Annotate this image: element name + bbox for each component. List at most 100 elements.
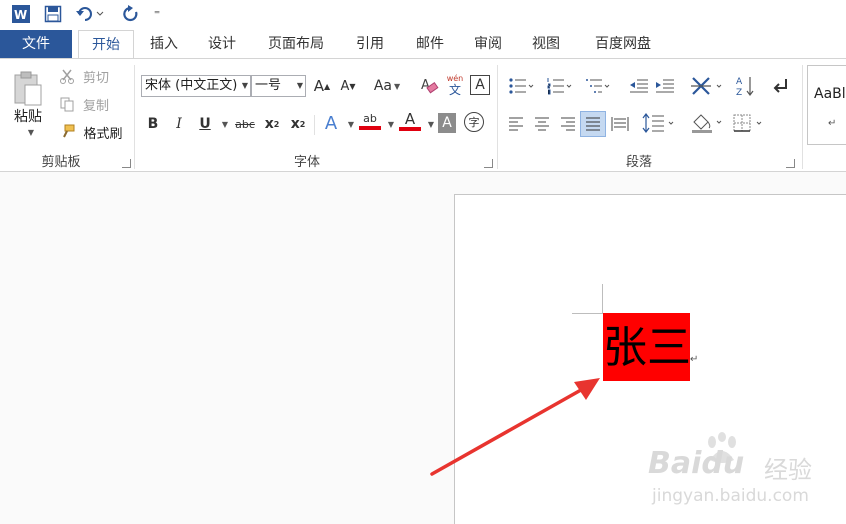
increase-indent-icon[interactable]: [654, 75, 676, 97]
tab-baidu-netdisk[interactable]: 百度网盘: [582, 30, 664, 58]
format-painter-icon[interactable]: [58, 123, 76, 141]
font-color-dropdown-arrow[interactable]: ▼: [426, 119, 436, 129]
cut-button[interactable]: 剪切: [80, 67, 112, 86]
subscript-mark: 2: [273, 119, 280, 129]
tab-review[interactable]: 审阅: [464, 30, 512, 58]
document-text[interactable]: 张三: [603, 320, 691, 376]
shading-button[interactable]: [688, 111, 726, 135]
line-spacing-button[interactable]: [640, 111, 678, 135]
copy-icon[interactable]: [58, 95, 76, 113]
style-sample-mark: ↵: [828, 118, 837, 129]
caret-up-icon: ▲: [324, 81, 331, 91]
highlight-label: ab: [363, 112, 377, 125]
font-name-combo[interactable]: 宋体 (中文正文) ▼: [141, 75, 251, 97]
tab-page-layout[interactable]: 页面布局: [256, 30, 336, 58]
show-formatting-marks-icon[interactable]: [770, 75, 792, 97]
font-name-value: 宋体 (中文正文): [145, 78, 238, 93]
text-effects-button[interactable]: A: [320, 111, 342, 135]
clipboard-group-label: 剪贴板: [41, 155, 81, 170]
paste-dropdown-arrow[interactable]: ▼: [26, 127, 36, 137]
copy-button[interactable]: 复制: [80, 95, 112, 114]
watermark-url: jingyan.baidu.com: [652, 486, 809, 506]
format-painter-button[interactable]: 格式刷: [80, 123, 126, 142]
superscript-mark: 2: [299, 119, 306, 129]
tab-insert[interactable]: 插入: [140, 30, 188, 58]
clipboard-dialog-launcher[interactable]: [122, 159, 131, 168]
paragraph-group-label: 段落: [625, 155, 652, 170]
redo-icon[interactable]: [120, 4, 142, 24]
tab-file[interactable]: 文件: [0, 30, 72, 58]
character-border-button[interactable]: A: [470, 75, 490, 95]
font-size-value: 一号: [255, 78, 282, 93]
watermark-logo-text: Baidu: [648, 446, 745, 481]
chevron-down-icon: ▼: [241, 81, 248, 90]
font-size-combo[interactable]: 一号 ▼: [251, 75, 306, 97]
font-color-button[interactable]: A: [398, 109, 422, 133]
align-left-icon[interactable]: [506, 113, 526, 135]
red-arrow-annotation: [430, 378, 600, 476]
distributed-icon[interactable]: [610, 113, 630, 135]
bullets-button[interactable]: [504, 75, 538, 97]
group-separator: [314, 115, 315, 135]
crop-mark-vertical: [602, 284, 603, 314]
chevron-down-icon: ▼: [296, 81, 303, 90]
character-shading-button[interactable]: A: [438, 113, 456, 133]
cut-icon[interactable]: [58, 67, 76, 85]
highlight-dropdown-arrow[interactable]: ▼: [386, 119, 396, 129]
numbering-button[interactable]: [542, 75, 576, 97]
superscript-button[interactable]: x2: [288, 113, 308, 135]
multilevel-list-button[interactable]: [580, 75, 614, 97]
styles-gallery[interactable]: AaBl ↵: [807, 65, 846, 145]
baidu-jingyan-watermark: Baidu 经验 jingyan.baidu.com: [640, 430, 840, 520]
align-center-icon[interactable]: [532, 113, 552, 135]
borders-button[interactable]: [730, 111, 768, 135]
bold-button[interactable]: B: [144, 113, 162, 135]
paragraph-dialog-launcher[interactable]: [786, 159, 795, 168]
font-dialog-launcher[interactable]: [484, 159, 493, 168]
undo-icon[interactable]: [74, 4, 106, 24]
change-case-button[interactable]: Aa ▼: [370, 76, 404, 96]
subscript-label: x: [264, 116, 274, 132]
shrink-font-button[interactable]: A ▼: [338, 76, 358, 96]
customize-qat-button[interactable]: ⁼: [150, 4, 164, 24]
subscript-button[interactable]: x2: [262, 113, 282, 135]
tab-mailings[interactable]: 邮件: [406, 30, 454, 58]
decrease-indent-icon[interactable]: [628, 75, 650, 97]
tab-view[interactable]: 视图: [522, 30, 570, 58]
underline-dropdown-arrow[interactable]: ▼: [220, 119, 230, 129]
strikethrough-button[interactable]: abc: [232, 113, 258, 135]
ribbon-tabs: 文件 开始 插入 设计 页面布局 引用 邮件 审阅 视图 百度网盘: [0, 30, 846, 58]
font-group-label: 字体: [293, 155, 320, 170]
enclose-characters-button[interactable]: 字: [464, 112, 484, 132]
phonetic-guide-button[interactable]: wén 文: [444, 72, 466, 98]
grow-font-button[interactable]: A ▲: [312, 76, 332, 96]
text-effects-dropdown-arrow[interactable]: ▼: [346, 119, 356, 129]
word-logo-icon: W: [10, 4, 32, 24]
paste-button[interactable]: 粘贴: [10, 107, 46, 125]
tab-design[interactable]: 设计: [198, 30, 246, 58]
quick-access-toolbar: W ⁼: [0, 0, 846, 30]
superscript-label: x: [290, 116, 300, 132]
italic-button[interactable]: I: [170, 113, 188, 135]
align-right-icon[interactable]: [558, 113, 578, 135]
crop-mark-horizontal: [572, 313, 603, 314]
tab-references[interactable]: 引用: [346, 30, 394, 58]
clear-formatting-icon[interactable]: A: [418, 75, 440, 97]
grow-font-label: A: [313, 77, 325, 95]
font-color-label: A: [404, 110, 416, 128]
chinese-layout-button[interactable]: [688, 74, 726, 98]
svg-text:A: A: [736, 77, 743, 87]
group-separator: [497, 65, 498, 169]
tab-home[interactable]: 开始: [78, 30, 134, 58]
paste-icon[interactable]: [8, 67, 48, 111]
svg-text:Z: Z: [736, 88, 742, 98]
save-icon[interactable]: [42, 4, 64, 24]
sort-icon[interactable]: AZ: [734, 73, 756, 99]
text-highlight-button[interactable]: ab: [358, 109, 382, 133]
change-case-label: Aa: [373, 78, 392, 94]
style-sample-normal[interactable]: AaBl: [814, 86, 846, 102]
group-separator: [802, 65, 803, 169]
justify-icon[interactable]: [580, 111, 606, 137]
underline-button[interactable]: U: [196, 113, 214, 135]
ribbon: 粘贴 ▼ 剪切 复制 格式刷 剪贴板 宋体 (中文正文) ▼ 一号 ▼ A ▲ A…: [0, 58, 846, 172]
